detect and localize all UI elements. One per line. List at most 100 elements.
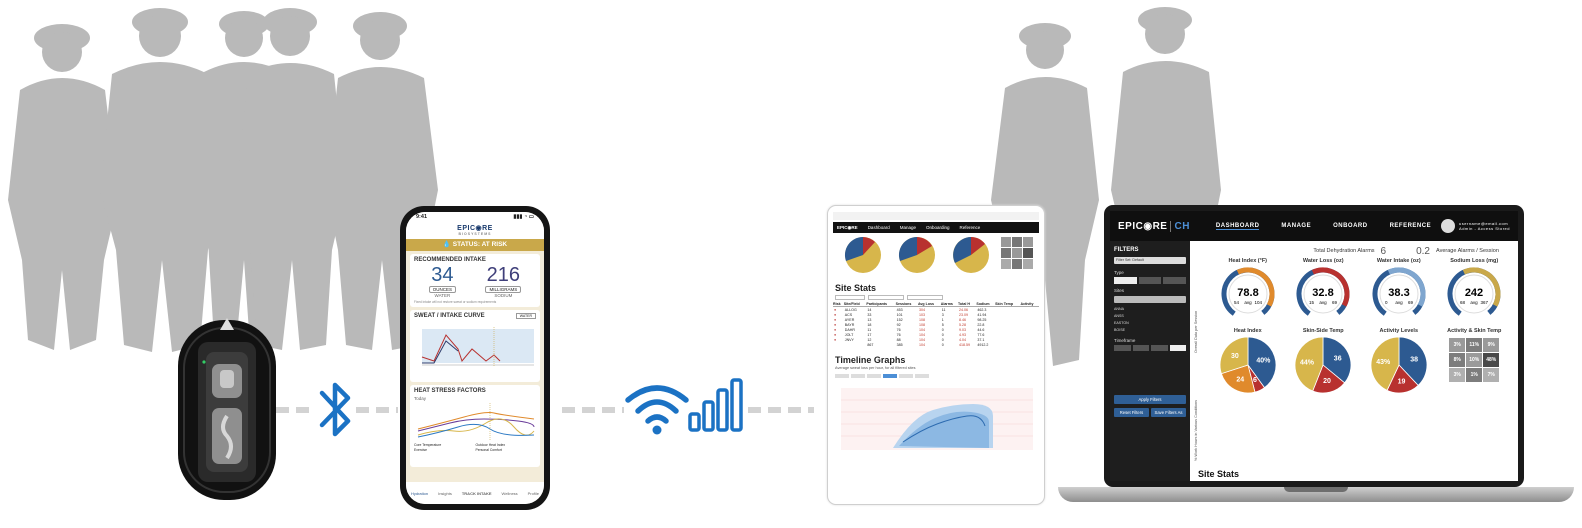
avatar[interactable] bbox=[1441, 219, 1456, 233]
pie-chart: 38 19 43% bbox=[1370, 336, 1428, 394]
apply-filters-button[interactable]: Apply Filters bbox=[1114, 395, 1186, 404]
sweat-intake-card[interactable]: SWEAT / INTAKE CURVE WATER bbox=[410, 310, 540, 382]
nav-track-intake[interactable]: TRACK INTAKE bbox=[462, 491, 492, 496]
table-header[interactable]: Skin Temp bbox=[995, 302, 1021, 307]
tablet-nav-manage[interactable]: Manage bbox=[900, 225, 916, 230]
gauge-avg: avg bbox=[1244, 300, 1252, 305]
timeframe-label: Timeframe bbox=[1114, 338, 1136, 343]
tablet-nav-reference[interactable]: Reference bbox=[960, 225, 981, 230]
pies-row: Heat Index 40% 6 24 30 Skin-Side Temp 36 20 44% A… bbox=[1210, 328, 1512, 398]
tablet-screen: EPIC◉RE Dashboard Manage Onboarding Refe… bbox=[833, 212, 1039, 498]
site-item[interactable]: BOISE bbox=[1114, 327, 1186, 334]
phone-status-bar: 9:41 ▮▮▮ ◔ ▭ bbox=[406, 212, 544, 222]
table-header[interactable]: Activity bbox=[1020, 302, 1039, 307]
signal-bars-icon bbox=[688, 378, 743, 432]
tablet-nav-dashboard[interactable]: Dashboard bbox=[868, 225, 890, 230]
activity-skin-heatmap: Activity & Skin Temp 3% 11% 9% 8% 10% 48% 3% 1%… bbox=[1437, 328, 1513, 398]
recommended-intake-card[interactable]: RECOMMENDED INTAKE 34 OUNCES WATER 216 M… bbox=[410, 254, 540, 307]
heatmap-grid: 3% 11% 9% 8% 10% 48% 3% 1% 7% bbox=[1437, 338, 1513, 382]
laptop-nav-manage[interactable]: MANAGE bbox=[1281, 223, 1311, 229]
reset-filters-button[interactable]: Reset Filters bbox=[1114, 408, 1149, 417]
tablet-show-select[interactable] bbox=[835, 295, 865, 300]
filter-actions: Reset Filters Save Filters As bbox=[1114, 406, 1186, 419]
tablet-chip[interactable] bbox=[851, 374, 865, 378]
legend-core-temp[interactable]: Core Temperature bbox=[414, 443, 475, 447]
laptop-nav-onboard[interactable]: ONBOARD bbox=[1333, 223, 1368, 229]
table-row[interactable]: 867 385 104 0 418.59 4912.2 bbox=[833, 342, 1039, 347]
table-cell: 867 bbox=[867, 342, 874, 347]
laptop-nav-reference[interactable]: REFERENCE bbox=[1390, 223, 1432, 229]
nav-hydration[interactable]: Hydration bbox=[411, 491, 428, 496]
sites-label: Sites bbox=[1114, 288, 1125, 293]
laptop-nav-dashboard[interactable]: DASHBOARD bbox=[1215, 223, 1260, 230]
intake-note: Fixed intake will not restore sweat or s… bbox=[414, 300, 497, 304]
intake-title: RECOMMENDED INTAKE bbox=[414, 257, 486, 263]
pie-label: 36 bbox=[1334, 356, 1342, 363]
laptop-nav: EPIC◉RE CH DASHBOARD MANAGE ONBOARD REFE… bbox=[1110, 211, 1518, 241]
legend-exercise[interactable]: Exercise bbox=[414, 448, 475, 452]
gauge-min: 68 bbox=[1460, 300, 1466, 305]
sites-search-input[interactable] bbox=[1114, 296, 1186, 303]
laptop-main: Total Dehydration Alarms 6 0.2 Average A… bbox=[1194, 241, 1518, 481]
filter-set-select[interactable]: Filter Set: Default bbox=[1114, 257, 1186, 264]
tablet-chip-active[interactable] bbox=[883, 374, 897, 378]
pie-label: 20 bbox=[1323, 378, 1331, 385]
timeframe-option[interactable] bbox=[1132, 345, 1149, 351]
tablet-chip[interactable] bbox=[867, 374, 881, 378]
sodium-value: 216 bbox=[486, 264, 521, 286]
connection-line-1 bbox=[276, 407, 316, 413]
pie-card: Heat Index 40% 6 24 30 bbox=[1217, 328, 1279, 398]
sites-list: ANNA ANSS EASTON BOISE bbox=[1114, 306, 1186, 334]
tablet-chip[interactable] bbox=[835, 374, 849, 378]
tablet-chip[interactable] bbox=[915, 374, 929, 378]
pie-label: 24 bbox=[1236, 377, 1244, 384]
user-info[interactable]: username@email.com Admin - Access Stored bbox=[1459, 221, 1510, 231]
site-item[interactable]: EASTON bbox=[1114, 320, 1186, 327]
pie-card: Skin-Side Temp 36 20 44% bbox=[1292, 328, 1354, 398]
heatmap-cell: 11% bbox=[1466, 338, 1483, 352]
timeframe-option[interactable] bbox=[1151, 345, 1168, 351]
heatmap-cell: 9% bbox=[1483, 338, 1500, 352]
gauge-max: 69 bbox=[1408, 300, 1414, 305]
filters-sidebar: FILTERS Filter Set: Default Type Sites A… bbox=[1110, 241, 1190, 481]
water-toggle[interactable]: WATER bbox=[515, 313, 536, 319]
connection-line-2 bbox=[356, 407, 398, 413]
connection-line-4 bbox=[748, 407, 814, 413]
site-item[interactable]: ANSS bbox=[1114, 313, 1186, 320]
type-group-button[interactable] bbox=[1114, 277, 1137, 284]
heatmap-title: Activity & Skin Temp bbox=[1447, 328, 1502, 334]
nav-profile[interactable]: Profile bbox=[528, 491, 539, 496]
heat-stress-title: HEAT STRESS FACTORS bbox=[414, 388, 486, 394]
tablet-chip[interactable] bbox=[899, 374, 913, 378]
type-other-button[interactable] bbox=[1163, 277, 1187, 284]
phone-logo-sub: BIOSYSTEMS bbox=[458, 232, 492, 236]
legend-outdoor-heat[interactable]: Outdoor Heat Index bbox=[476, 443, 537, 447]
timeframe-option-active[interactable] bbox=[1169, 345, 1186, 351]
gauge-avg: avg bbox=[1395, 300, 1403, 305]
gauge-dial: 38.30 avg 69 bbox=[1372, 267, 1426, 321]
gauge-dial: 78.854 avg 104 bbox=[1221, 267, 1275, 321]
status-banner[interactable]: 💧 STATUS: AT RISK bbox=[406, 239, 544, 251]
legend-personal-comfort[interactable]: Personal Comfort bbox=[476, 448, 537, 452]
tablet-filter-select[interactable] bbox=[868, 295, 904, 300]
tablet-nav-onboarding[interactable]: Onboarding bbox=[926, 225, 950, 230]
tablet-browser-bar bbox=[833, 212, 1039, 220]
laptop-notch bbox=[1284, 487, 1348, 492]
table-cell: 385 bbox=[896, 342, 903, 347]
gauges-row: Heat Index (°F) 78.8 54 avg 104 Water Loss (o… bbox=[1210, 258, 1512, 322]
save-filters-button[interactable]: Save Filters As bbox=[1151, 408, 1186, 417]
type-single-button[interactable] bbox=[1138, 277, 1162, 284]
pie-label: 38 bbox=[1410, 357, 1418, 364]
heat-stress-card[interactable]: HEAT STRESS FACTORS Today Core Temperatu… bbox=[410, 385, 540, 467]
table-cell bbox=[833, 342, 844, 347]
pie-label: 19 bbox=[1397, 379, 1405, 386]
phone-time: 9:41 bbox=[416, 214, 428, 220]
avg-alarms-title: Average Alarms / Session bbox=[1436, 248, 1499, 254]
tablet-search-input[interactable] bbox=[907, 295, 943, 300]
site-item[interactable]: ANNA bbox=[1114, 306, 1186, 313]
nav-insights[interactable]: Insights bbox=[438, 491, 452, 496]
row-label-overall: Overall Data per Session bbox=[1194, 310, 1198, 353]
nav-wellness[interactable]: Wellness bbox=[502, 491, 518, 496]
timeframe-option[interactable] bbox=[1114, 345, 1131, 351]
heatmap-cell: 1% bbox=[1466, 368, 1483, 382]
